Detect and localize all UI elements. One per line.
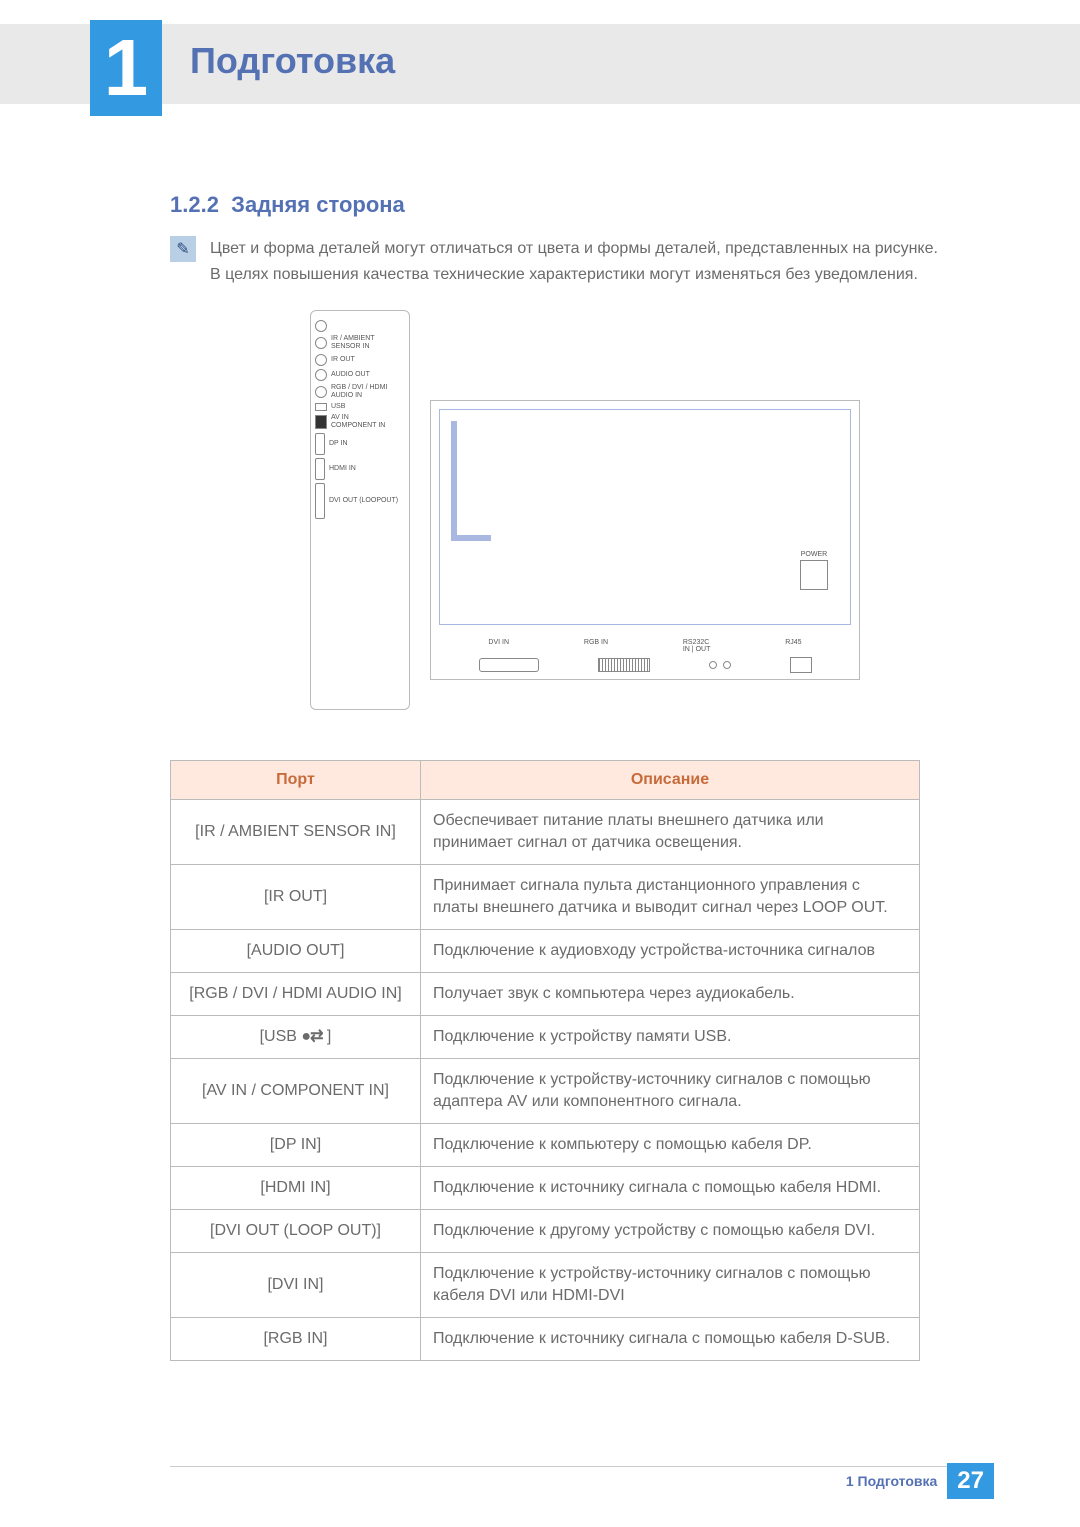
port-name: [RGB IN]: [171, 1318, 421, 1361]
table-row: [IR OUT]Принимает сигнала пульта дистанц…: [171, 865, 920, 930]
port-desc: Получает звук с компьютера через аудиока…: [421, 973, 920, 1016]
port-name: [IR / AMBIENT SENSOR IN]: [171, 800, 421, 865]
port-strip: IR / AMBIENT SENSOR IN IR OUT AUDIO OUT …: [310, 310, 410, 710]
note-icon: ✎: [170, 236, 196, 262]
port-name: [DVI OUT (LOOP OUT)]: [171, 1210, 421, 1253]
table-row: [DVI OUT (LOOP OUT)]Подключение к другом…: [171, 1210, 920, 1253]
lbl-ir-ambient: IR / AMBIENT SENSOR IN: [331, 335, 405, 351]
lbl-dvi-in: DVI IN: [488, 639, 509, 653]
bottom-connectors: [431, 657, 859, 673]
port-name: [RGB / DVI / HDMI AUDIO IN]: [171, 973, 421, 1016]
lbl-component-in: COMPONENT IN: [331, 422, 385, 429]
header-bar: [0, 24, 1080, 104]
note-line2: В целях повышения качества технические х…: [210, 266, 918, 283]
lbl-power: POWER: [801, 551, 827, 558]
lbl-ir-out: IR OUT: [331, 356, 405, 364]
power-plug-icon: [800, 560, 828, 590]
bottom-port-labels: DVI IN RGB IN RS232CIN | OUT RJ45: [431, 639, 859, 653]
port-desc: Подключение к устройству-источнику сигна…: [421, 1253, 920, 1318]
chapter-title: Подготовка: [190, 40, 395, 82]
lbl-audio-out: AUDIO OUT: [331, 371, 405, 379]
port-desc: Подключение к аудиовходу устройства-исто…: [421, 930, 920, 973]
lbl-rj45: RJ45: [785, 639, 801, 653]
table-row: [AUDIO OUT]Подключение к аудиовходу устр…: [171, 930, 920, 973]
port-name: [AV IN / COMPONENT IN]: [171, 1059, 421, 1124]
table-row: [RGB / DVI / HDMI AUDIO IN]Получает звук…: [171, 973, 920, 1016]
rj45-connector-icon: [790, 657, 812, 673]
port-name: [HDMI IN]: [171, 1167, 421, 1210]
footer-text: 1 Подготовка: [846, 1473, 937, 1489]
section-number: 1.2.2: [170, 192, 219, 217]
table-row: [HDMI IN]Подключение к источнику сигнала…: [171, 1167, 920, 1210]
lbl-rs232c-out: OUT: [696, 646, 711, 653]
table-row: [DVI IN]Подключение к устройству-источни…: [171, 1253, 920, 1318]
port-desc: Подключение к устройству-источнику сигна…: [421, 1059, 920, 1124]
table-row: [IR / AMBIENT SENSOR IN]Обеспечивает пит…: [171, 800, 920, 865]
table-row: [RGB IN]Подключение к источнику сигнала …: [171, 1318, 920, 1361]
chapter-number-box: 1: [90, 20, 162, 116]
vga-connector-icon: [598, 658, 650, 672]
back-panel-outline: POWER DVI IN RGB IN RS232CIN | OUT RJ45: [430, 400, 860, 680]
port-desc: Подключение к другому устройству с помощ…: [421, 1210, 920, 1253]
port-name: [DP IN]: [171, 1124, 421, 1167]
usb-icon: ●⇄: [301, 1026, 322, 1048]
rear-diagram: IR / AMBIENT SENSOR IN IR OUT AUDIO OUT …: [310, 310, 890, 730]
lbl-usb: USB: [331, 403, 405, 411]
section-title: 1.2.2 Задняя сторона: [170, 192, 405, 218]
dvi-connector-icon: [479, 658, 539, 672]
lbl-dvi-out-loopout: DVI OUT (LOOPOUT): [329, 497, 405, 505]
chapter-number: 1: [104, 22, 149, 114]
th-desc: Описание: [421, 761, 920, 800]
port-desc: Подключение к компьютеру с помощью кабел…: [421, 1124, 920, 1167]
rs232c-connector-icon: [709, 661, 731, 669]
port-desc: Обеспечивает питание платы внешнего датч…: [421, 800, 920, 865]
lbl-dp-in: DP IN: [329, 440, 405, 448]
table-header-row: Порт Описание: [171, 761, 920, 800]
port-name: [IR OUT]: [171, 865, 421, 930]
note-text: Цвет и форма деталей могут отличаться от…: [210, 236, 970, 288]
lbl-hdmi-in: HDMI IN: [329, 465, 405, 473]
table-row: [USB ●⇄ ]Подключение к устройству памяти…: [171, 1016, 920, 1059]
port-desc: Подключение к устройству памяти USB.: [421, 1016, 920, 1059]
power-area: POWER: [789, 551, 839, 590]
lbl-rs232c-in: IN: [683, 646, 690, 653]
screen-outline: [439, 409, 851, 625]
lbl-av-in: AV IN: [331, 414, 349, 421]
note-line1: Цвет и форма деталей могут отличаться от…: [210, 240, 938, 257]
table-row: [DP IN]Подключение к компьютеру с помощь…: [171, 1124, 920, 1167]
highlight-L: [451, 421, 491, 541]
port-name: [USB ●⇄ ]: [171, 1016, 421, 1059]
port-name: [AUDIO OUT]: [171, 930, 421, 973]
port-desc: Принимает сигнала пульта дистанционного …: [421, 865, 920, 930]
lbl-rgb-in: RGB IN: [584, 639, 608, 653]
footer: 1 Подготовка 27: [846, 1463, 994, 1499]
port-desc: Подключение к источнику сигнала с помощь…: [421, 1167, 920, 1210]
section-name: Задняя сторона: [231, 192, 405, 217]
lbl-rgb-dvi-hdmi-audio-in: RGB / DVI / HDMI AUDIO IN: [331, 384, 405, 400]
ports-table: Порт Описание [IR / AMBIENT SENSOR IN]Об…: [170, 760, 920, 1361]
lbl-rs232c: RS232C: [683, 639, 709, 646]
table-row: [AV IN / COMPONENT IN]Подключение к устр…: [171, 1059, 920, 1124]
port-desc: Подключение к источнику сигнала с помощь…: [421, 1318, 920, 1361]
th-port: Порт: [171, 761, 421, 800]
page-number: 27: [947, 1463, 994, 1499]
port-name: [DVI IN]: [171, 1253, 421, 1318]
